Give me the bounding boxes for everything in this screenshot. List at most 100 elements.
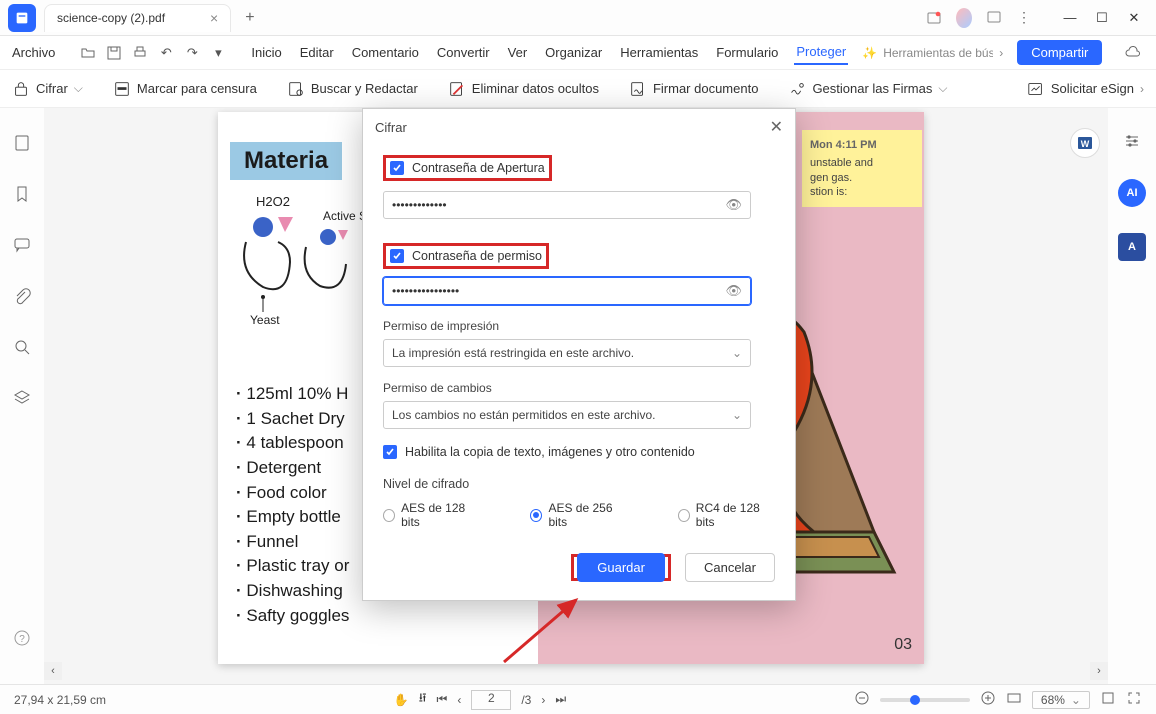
page-number: 03	[894, 636, 912, 654]
save-icon[interactable]	[105, 44, 123, 62]
encrypt-button[interactable]: Cifrar ⌵	[12, 80, 83, 98]
user-avatar-icon[interactable]	[956, 10, 972, 26]
share-button[interactable]: Compartir	[1017, 40, 1102, 65]
open-password-input[interactable]: ••••••••••••• 👁	[383, 191, 751, 219]
permission-password-checkbox[interactable]	[390, 249, 404, 263]
save-button[interactable]: Guardar	[577, 553, 665, 582]
eye-icon[interactable]: 👁	[725, 283, 742, 299]
attachments-icon[interactable]	[13, 287, 31, 310]
next-page-icon[interactable]: ›	[541, 693, 545, 707]
prev-page-icon[interactable]: ‹	[457, 693, 461, 707]
layers-icon[interactable]	[13, 389, 31, 412]
reading-mode-icon[interactable]	[1100, 690, 1116, 709]
print-permission-select[interactable]: La impresión está restringida en este ar…	[383, 339, 751, 367]
remove-hidden-button[interactable]: Eliminar datos ocultos	[448, 80, 599, 98]
print-icon[interactable]	[131, 44, 149, 62]
search-redact-button[interactable]: Buscar y Redactar	[287, 80, 418, 98]
file-menu[interactable]: Archivo	[10, 41, 57, 64]
enable-copy-checkbox[interactable]	[383, 445, 397, 459]
last-page-icon[interactable]: ⏭	[555, 692, 566, 707]
tab-close-icon[interactable]: ×	[210, 10, 218, 26]
page-number-input[interactable]: 2	[471, 690, 511, 710]
document-tab[interactable]: science-copy (2).pdf ×	[44, 4, 231, 32]
enable-copy-label: Habilita la copia de texto, imágenes y o…	[405, 445, 695, 459]
open-password-checkbox[interactable]	[390, 161, 404, 175]
manage-signatures-button[interactable]: Gestionar las Firmas ⌵	[788, 80, 947, 98]
convert-word-floating-icon[interactable]: W	[1070, 128, 1100, 158]
manage-signatures-label: Gestionar las Firmas	[812, 81, 932, 96]
cloud-icon[interactable]	[1124, 44, 1142, 62]
zoom-in-icon[interactable]	[980, 690, 996, 709]
cancel-button[interactable]: Cancelar	[685, 553, 775, 582]
sign-document-label: Firmar documento	[653, 81, 758, 96]
rc4-radio[interactable]: RC4 de 128 bits	[678, 501, 775, 529]
zoom-percentage[interactable]: 68%⌄	[1032, 691, 1090, 709]
menu-form[interactable]: Formulario	[714, 41, 780, 64]
svg-text:H2O2: H2O2	[256, 194, 290, 209]
open-password-label: Contraseña de Apertura	[412, 161, 545, 175]
remove-hidden-label: Eliminar datos ocultos	[472, 81, 599, 96]
menu-comment[interactable]: Comentario	[350, 41, 421, 64]
eye-icon[interactable]: 👁	[725, 197, 742, 213]
menu-tools[interactable]: Herramientas	[618, 41, 700, 64]
change-permission-select[interactable]: Los cambios no están permitidos en este …	[383, 401, 751, 429]
svg-text:W: W	[1081, 139, 1090, 149]
left-side-rail: ?	[0, 108, 44, 684]
zoom-slider[interactable]	[880, 698, 970, 702]
ai-badge-icon[interactable]: AI	[1118, 179, 1146, 207]
menu-convert[interactable]: Convertir	[435, 41, 492, 64]
qa-dropdown-icon[interactable]: ▾	[209, 44, 227, 62]
search-icon[interactable]	[13, 338, 31, 361]
encryption-level-label: Nivel de cifrado	[383, 477, 775, 491]
minimize-button[interactable]: —	[1056, 4, 1084, 32]
hand-tool-icon[interactable]: ✋	[394, 693, 409, 707]
menu-organize[interactable]: Organizar	[543, 41, 604, 64]
word-sidebar-icon[interactable]: A	[1118, 233, 1146, 261]
hscroll-right-icon[interactable]: ›	[1090, 662, 1108, 680]
first-page-icon[interactable]: ⏮	[437, 692, 448, 707]
search-chevron-icon[interactable]: ›	[999, 46, 1003, 60]
menu-dots-icon[interactable]: ⋮	[1016, 10, 1032, 26]
aes256-radio[interactable]: AES de 256 bits	[530, 501, 627, 529]
tool-search-input[interactable]: Herramientas de búsc	[883, 46, 993, 60]
new-tab-button[interactable]: +	[239, 7, 260, 29]
request-esign-button[interactable]: Solicitar eSign	[1027, 80, 1134, 98]
quick-access-toolbar: ↶ ↷ ▾	[71, 44, 235, 62]
open-file-icon[interactable]	[79, 44, 97, 62]
page-dimensions: 27,94 x 21,59 cm	[14, 693, 106, 707]
menu-protect[interactable]: Proteger	[794, 40, 848, 65]
permission-password-input[interactable]: •••••••••••••••• 👁	[383, 277, 751, 305]
ribbon-more-icon[interactable]: ›	[1140, 82, 1144, 96]
select-tool-icon[interactable]: ⭿	[419, 689, 427, 710]
mark-redaction-button[interactable]: Marcar para censura	[113, 80, 257, 98]
protect-ribbon: Cifrar ⌵ Marcar para censura Buscar y Re…	[0, 70, 1156, 108]
comment-panel-icon[interactable]	[986, 10, 1002, 26]
menu-home[interactable]: Inicio	[249, 41, 283, 64]
bookmarks-icon[interactable]	[13, 185, 31, 208]
search-redact-label: Buscar y Redactar	[311, 81, 418, 96]
undo-icon[interactable]: ↶	[157, 44, 175, 62]
notification-icon[interactable]	[926, 10, 942, 26]
sticky-note[interactable]: Mon 4:11 PM unstable and gen gas. stion …	[802, 130, 922, 207]
status-bar: 27,94 x 21,59 cm ✋ ⭿ ⏮ ‹ 2 /3 › ⏭ 68%⌄	[0, 684, 1156, 714]
maximize-button[interactable]: ☐	[1088, 4, 1116, 32]
zoom-out-icon[interactable]	[854, 690, 870, 709]
help-icon[interactable]: ?	[13, 629, 31, 652]
redo-icon[interactable]: ↷	[183, 44, 201, 62]
menu-edit[interactable]: Editar	[298, 41, 336, 64]
sign-document-button[interactable]: Firmar documento	[629, 80, 758, 98]
hscroll-left-icon[interactable]: ‹	[44, 662, 62, 680]
comments-icon[interactable]	[13, 236, 31, 259]
thumbnails-icon[interactable]	[13, 134, 31, 157]
dialog-close-icon[interactable]: ✕	[770, 117, 783, 137]
window-close-button[interactable]: ✕	[1120, 4, 1148, 32]
titlebar-actions: ⋮ — ☐ ✕	[926, 4, 1148, 32]
fullscreen-icon[interactable]	[1126, 690, 1142, 709]
ai-sparkle-icon[interactable]: ✨	[862, 46, 877, 60]
chevron-down-icon: ⌄	[732, 346, 742, 360]
menu-view[interactable]: Ver	[506, 41, 530, 64]
settings-icon[interactable]	[1123, 132, 1141, 153]
aes128-radio[interactable]: AES de 128 bits	[383, 501, 480, 529]
fit-width-icon[interactable]	[1006, 690, 1022, 709]
encrypt-label: Cifrar	[36, 81, 68, 96]
